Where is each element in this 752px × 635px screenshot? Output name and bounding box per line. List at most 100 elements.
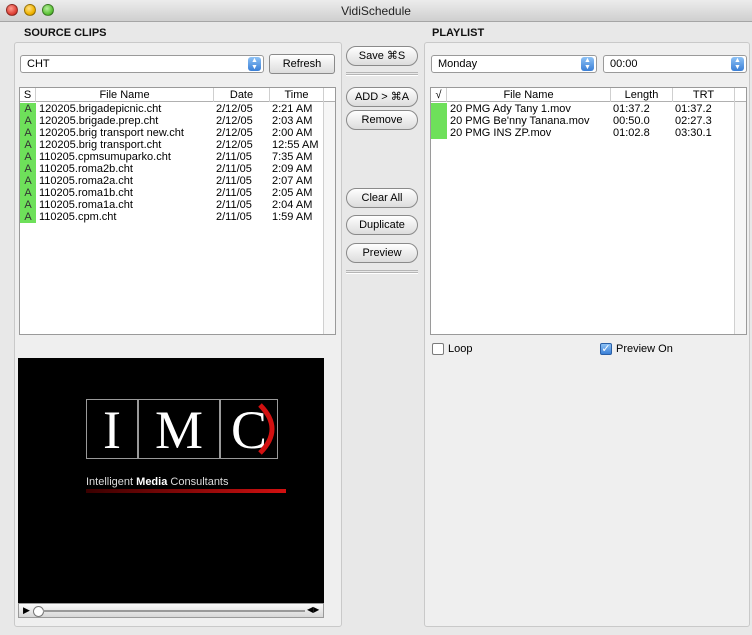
trt-cell: 02:27.3 <box>675 115 712 127</box>
tagline-part-1: Intelligent <box>86 476 137 488</box>
table-row[interactable]: A 120205.brig transport.cht 2/12/05 12:55 A… <box>20 139 335 151</box>
source-clips-table: S File Name Date Time A 120205.brigadepic… <box>19 87 336 335</box>
file-name-cell: 120205.brigade.prep.cht <box>39 115 159 127</box>
table-row[interactable]: A 110205.roma2a.cht 2/11/05 2:07 AM <box>20 175 335 187</box>
tagline-part-3: Consultants <box>167 476 229 488</box>
movie-controller: ▶ ◀▶ <box>18 603 324 618</box>
source-filter-value: CHT <box>27 58 50 70</box>
status-cell: A <box>20 199 36 211</box>
date-cell: 2/12/05 <box>216 115 253 127</box>
playlist-table-header: √ File Name Length TRT <box>431 88 746 102</box>
source-table-scrollbar[interactable] <box>323 102 335 334</box>
time-cell: 2:07 AM <box>272 175 313 187</box>
playlist-table: √ File Name Length TRT 20 PMG Ady Tany 1… <box>430 87 747 335</box>
file-name-cell: 20 PMG Be'nny Tanana.mov <box>450 115 590 127</box>
logo-swoosh-icon <box>258 403 275 455</box>
trt-cell: 03:30.1 <box>675 127 712 139</box>
step-icon[interactable]: ◀▶ <box>307 605 319 614</box>
date-cell: 2/11/05 <box>216 211 252 223</box>
start-time-select[interactable]: 00:00 ▲ ▼ <box>603 55 747 73</box>
imc-logo: I M C <box>86 399 278 460</box>
check-cell[interactable] <box>431 115 447 127</box>
time-cell: 1:59 AM <box>272 211 313 223</box>
source-filter-select[interactable]: CHT ▲ ▼ <box>20 55 264 73</box>
check-cell[interactable] <box>431 103 447 115</box>
logo-letter-m: M <box>138 399 220 460</box>
save-button[interactable]: Save ⌘S <box>346 46 418 66</box>
column-header-time[interactable]: Time <box>270 88 324 102</box>
check-cell[interactable] <box>431 127 447 139</box>
file-name-cell: 110205.cpmsumuparko.cht <box>39 151 171 163</box>
tagline-part-2: Media <box>136 476 168 488</box>
clear-all-button[interactable]: Clear All <box>346 188 418 208</box>
popup-arrows-icon: ▲ ▼ <box>581 57 594 71</box>
preview-on-checkbox[interactable]: ✓ <box>600 343 612 355</box>
table-row[interactable]: A 120205.brigade.prep.cht 2/12/05 2:03 AM <box>20 115 335 127</box>
column-header-date[interactable]: Date <box>214 88 270 102</box>
column-header-file-name[interactable]: File Name <box>36 88 214 102</box>
date-cell: 2/12/05 <box>216 139 253 151</box>
time-cell: 2:03 AM <box>272 115 313 127</box>
time-cell: 2:00 AM <box>272 127 313 139</box>
table-row[interactable]: A 110205.roma1a.cht 2/11/05 2:04 AM <box>20 199 335 211</box>
loop-checkbox[interactable] <box>432 343 444 355</box>
status-cell: A <box>20 211 36 223</box>
status-cell: A <box>20 163 36 175</box>
column-header-s[interactable]: S <box>20 88 36 102</box>
window-title: VidiSchedule <box>341 4 411 18</box>
table-row[interactable]: A 110205.roma1b.cht 2/11/05 2:05 AM <box>20 187 335 199</box>
table-row[interactable]: A 110205.cpmsumuparko.cht 2/11/05 7:35 AM <box>20 151 335 163</box>
time-cell: 2:21 AM <box>272 103 313 115</box>
table-row[interactable]: A 120205.brigadepicnic.cht 2/12/05 2:21 AM <box>20 103 335 115</box>
remove-button[interactable]: Remove <box>346 110 418 130</box>
trt-cell: 01:37.2 <box>675 103 712 115</box>
status-cell: A <box>20 115 36 127</box>
time-cell: 2:05 AM <box>272 187 313 199</box>
time-cell: 7:35 AM <box>272 151 313 163</box>
status-cell: A <box>20 127 36 139</box>
source-table-header: S File Name Date Time <box>20 88 335 102</box>
refresh-button[interactable]: Refresh <box>269 54 335 74</box>
date-cell: 2/11/05 <box>216 187 252 199</box>
start-time-value: 00:00 <box>610 58 638 70</box>
playlist-title: PLAYLIST <box>432 27 485 39</box>
time-cell: 2:09 AM <box>272 163 313 175</box>
status-cell: A <box>20 139 36 151</box>
date-cell: 2/11/05 <box>216 151 252 163</box>
status-cell: A <box>20 151 36 163</box>
day-select-value: Monday <box>438 58 478 70</box>
file-name-cell: 110205.roma2b.cht <box>39 163 133 175</box>
length-cell: 01:02.8 <box>613 127 650 139</box>
playlist-table-scrollbar[interactable] <box>734 102 746 334</box>
date-cell: 2/11/05 <box>216 199 252 211</box>
file-name-cell: 20 PMG INS ZP.mov <box>450 127 552 139</box>
status-cell: A <box>20 103 36 115</box>
column-header-length[interactable]: Length <box>611 88 673 102</box>
popup-arrows-icon: ▲ ▼ <box>731 57 744 71</box>
date-cell: 2/11/05 <box>216 175 252 187</box>
date-cell: 2/12/05 <box>216 127 253 139</box>
date-cell: 2/12/05 <box>216 103 253 115</box>
timeline-track[interactable] <box>43 610 305 612</box>
preview-button[interactable]: Preview <box>346 243 418 263</box>
add-button[interactable]: ADD > ⌘A <box>346 87 418 107</box>
table-row[interactable]: A 110205.cpm.cht 2/11/05 1:59 AM <box>20 211 335 223</box>
table-row[interactable]: A 120205.brig transport new.cht 2/12/05 2:0… <box>20 127 335 139</box>
table-row[interactable]: 20 PMG INS ZP.mov 01:02.8 03:30.1 <box>431 127 746 139</box>
length-cell: 00:50.0 <box>613 115 650 127</box>
date-cell: 2/11/05 <box>216 163 252 175</box>
column-header-check[interactable]: √ <box>431 88 447 102</box>
play-icon[interactable]: ▶ <box>23 605 30 616</box>
column-header-trt[interactable]: TRT <box>673 88 735 102</box>
column-header-file-name[interactable]: File Name <box>447 88 611 102</box>
duplicate-button[interactable]: Duplicate <box>346 215 418 235</box>
video-preview: I M C Intelligent Media Consultants <box>18 358 324 603</box>
file-name-cell: 120205.brig transport.cht <box>39 139 162 151</box>
table-row[interactable]: 20 PMG Ady Tany 1.mov 01:37.2 01:37.2 <box>431 103 746 115</box>
logo-red-bar <box>86 489 286 493</box>
table-row[interactable]: 20 PMG Be'nny Tanana.mov 00:50.0 02:27.3 <box>431 115 746 127</box>
file-name-cell: 110205.roma1a.cht <box>39 199 133 211</box>
loop-label: Loop <box>448 343 473 355</box>
day-select[interactable]: Monday ▲ ▼ <box>431 55 597 73</box>
table-row[interactable]: A 110205.roma2b.cht 2/11/05 2:09 AM <box>20 163 335 175</box>
